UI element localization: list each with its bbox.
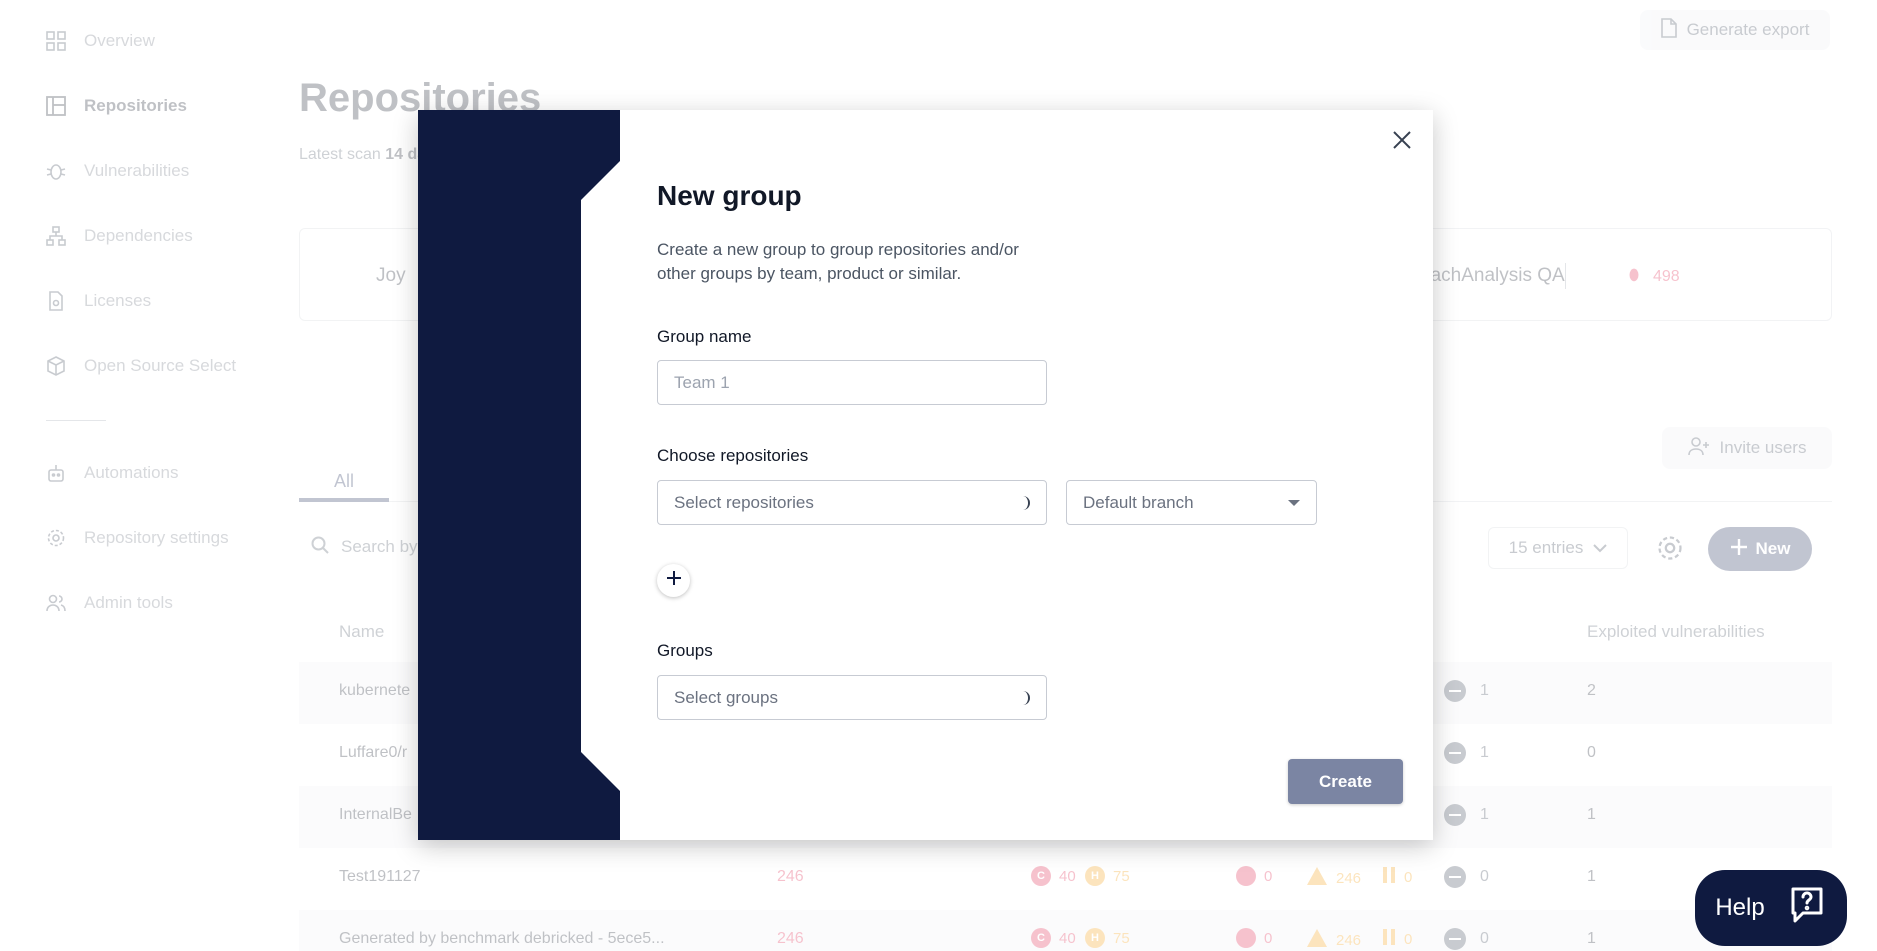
choose-repositories-label: Choose repositories [657, 446, 809, 465]
create-button[interactable]: Create [1288, 759, 1403, 804]
add-repository-button[interactable] [657, 564, 690, 597]
chat-question-icon [1787, 885, 1827, 932]
groups-select[interactable]: Select groups [657, 675, 1047, 720]
group-name-label: Group name [657, 327, 752, 346]
modal-title: New group [657, 180, 802, 211]
groups-label: Groups [657, 641, 713, 660]
help-button[interactable]: Help [1695, 870, 1847, 946]
caret-down-icon [1288, 499, 1300, 506]
close-button[interactable] [1387, 127, 1417, 157]
group-name-field[interactable] [657, 360, 1047, 405]
modal-decorative-panel [418, 110, 620, 840]
new-group-modal: New group Create a new group to group re… [418, 110, 1433, 840]
group-name-input[interactable] [658, 361, 1046, 404]
modal-description: Create a new group to group repositories… [657, 240, 1019, 283]
loading-spinner-icon [1016, 495, 1030, 510]
repositories-select[interactable]: Select repositories [657, 480, 1047, 525]
close-icon [1392, 130, 1412, 155]
branch-select[interactable]: Default branch [1066, 480, 1317, 525]
help-label: Help [1715, 894, 1765, 921]
plus-icon [666, 570, 682, 591]
loading-spinner-icon [1016, 690, 1030, 705]
